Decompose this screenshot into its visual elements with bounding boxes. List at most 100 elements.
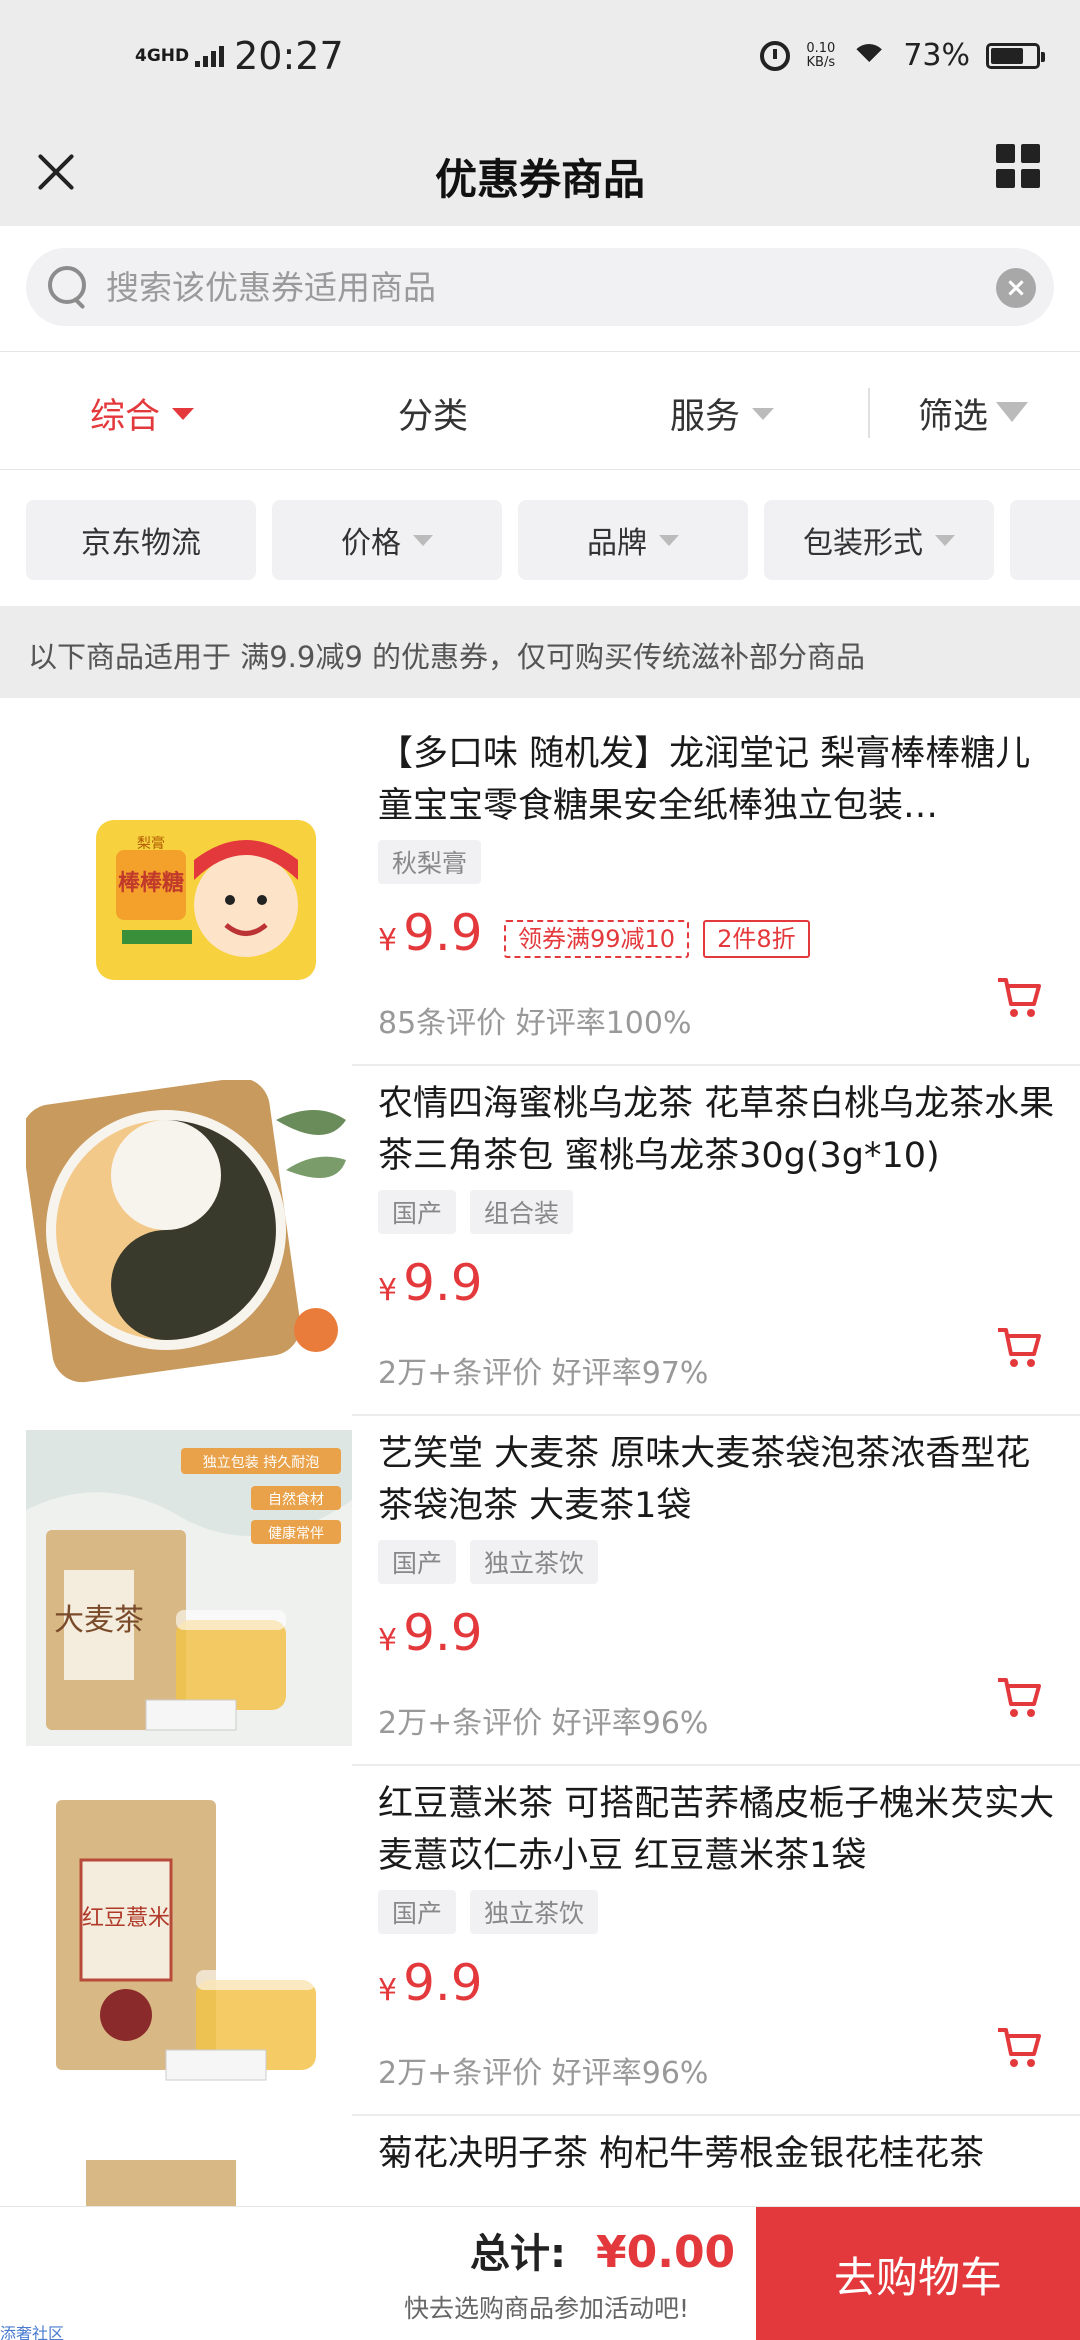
cart-icon[interactable] [996,1674,1042,1720]
total-label: 总计: [470,2231,566,2277]
sort-tab-label: 分类 [398,397,469,437]
sort-tab-label: 综合 [90,397,161,437]
alarm-icon [760,40,791,71]
product-title[interactable]: 菊花决明子茶 枸杞牛蒡根金银花桂花茶 [378,2128,1058,2188]
search-bar[interactable]: × [26,248,1054,326]
chevron-down-icon [935,534,955,546]
chevron-down-icon [413,534,433,546]
product-image[interactable] [26,1080,352,1396]
chevron-down-icon [752,407,775,420]
product-image[interactable] [26,2130,352,2206]
product-tag: 国产 [378,1540,457,1584]
product-title[interactable]: 农情四海蜜桃乌龙茶 花草茶白桃乌龙茶水果茶三角茶包 蜜桃乌龙茶30g(3g*10… [378,1078,1058,1182]
product-tag: 秋梨膏 [378,840,482,884]
product-tags: 国产 独立茶饮 [378,1890,599,1934]
filter-chip-bar: 京东物流 价格 品牌 包装形式 [0,470,1080,606]
chip-brand[interactable]: 品牌 [518,500,748,580]
total-row: 总计: ¥0.00 [470,2221,735,2279]
grid-icon[interactable] [996,144,1040,188]
product-reviews: 2万+条评价 好评率97% [378,1356,709,1391]
tea-badge-3: 健康常伴 [268,1525,324,1542]
nav-bar: 优惠券商品 [0,120,1080,226]
product-image[interactable]: 梨膏 棒棒糖 [26,730,352,1046]
product-card[interactable]: 红豆薏米 红豆薏米茶 可搭配苦荞橘皮栀子槐米芡实大麦薏苡仁赤小豆 红豆薏米茶1袋… [0,1766,1080,2116]
watermark: 添奢社区 [0,2324,65,2340]
currency-symbol: ¥ [378,1623,398,1658]
product-image-red-bean-tea: 红豆薏米 [26,1780,352,2096]
chip-label: 包装形式 [803,526,923,561]
product-card[interactable]: 梨膏 棒棒糖 【多口味 随机发】龙润堂记 梨膏棒棒糖儿童宝宝零食糖果安全纸棒独立… [0,716,1080,1066]
product-card[interactable]: 农情四海蜜桃乌龙茶 花草茶白桃乌龙茶水果茶三角茶包 蜜桃乌龙茶30g(3g*10… [0,1066,1080,1416]
product-image[interactable]: 红豆薏米 [26,1780,352,2096]
price-value: 9.9 [403,904,483,962]
product-image-chrysanthemum-tea [26,2130,352,2206]
product-image[interactable]: 大麦茶 独立包装 持久耐泡 自然食材 健康常伴 [26,1430,352,1746]
cart-icon[interactable] [996,2024,1042,2070]
product-card[interactable]: 菊花决明子茶 枸杞牛蒡根金银花桂花茶 [0,2116,1080,2206]
search-section: × [0,226,1080,352]
coupon-notice: 以下商品适用于 满9.9减9 的优惠券，仅可购买传统滋补部分商品 [0,606,1080,698]
currency-symbol: ¥ [378,1973,398,2008]
currency-symbol: ¥ [378,1273,398,1308]
product-title[interactable]: 艺笑堂 大麦茶 原味大麦茶袋泡茶浓香型花茶袋泡茶 大麦茶1袋 [378,1428,1058,1532]
sort-tab-filter[interactable]: 筛选 [918,388,1029,439]
clear-icon[interactable]: × [996,268,1036,308]
sort-tab-label: 服务 [670,397,741,437]
battery-icon [986,42,1045,69]
cart-icon[interactable] [996,1324,1042,1370]
product-price: ¥ 9.9 [378,1254,483,1312]
product-image-barley-tea: 大麦茶 独立包装 持久耐泡 自然食材 健康常伴 [26,1430,352,1746]
sort-tab-label: 筛选 [918,397,989,437]
status-time: 20:27 [234,34,344,78]
product-reviews: 2万+条评价 好评率96% [378,2056,709,2091]
tea-badge-1: 独立包装 持久耐泡 [203,1455,319,1471]
price-value: 9.9 [403,1254,483,1312]
go-to-cart-button[interactable]: 去购物车 [756,2207,1080,2340]
product-coupons: 领券满99减10 2件8折 [504,920,810,958]
sort-bar: 综合 分类 服务 筛选 [0,352,1080,470]
sort-tab-service[interactable]: 服务 [670,388,775,439]
search-icon [48,266,90,308]
chip-more[interactable] [1010,500,1080,580]
coupon-badge[interactable]: 领券满99减10 [504,920,690,958]
chip-packaging[interactable]: 包装形式 [764,500,994,580]
chip-jd-logistics[interactable]: 京东物流 [26,500,256,580]
product-tag: 组合装 [470,1190,574,1234]
bottom-bar: 总计: ¥0.00 快去选购商品参加活动吧! 去购物车 [0,2206,1080,2340]
currency-symbol: ¥ [378,923,398,958]
status-right: 0.10 KB/s 73% [760,38,1045,73]
product-price: ¥ 9.9 [378,1604,483,1662]
price-value: 9.9 [403,1954,483,2012]
signal-icon [195,45,225,67]
chip-price[interactable]: 价格 [272,500,502,580]
product-tag: 独立茶饮 [470,1890,599,1934]
product-tags: 国产 独立茶饮 [378,1540,599,1584]
sort-tab-category[interactable]: 分类 [398,388,468,439]
candy-bag-line2: 棒棒糖 [118,870,184,896]
page-title: 优惠券商品 [434,155,645,204]
product-card[interactable]: 大麦茶 独立包装 持久耐泡 自然食材 健康常伴 艺笑堂 大麦茶 原味大麦茶袋泡茶… [0,1416,1080,1766]
product-title[interactable]: 红豆薏米茶 可搭配苦荞橘皮栀子槐米芡实大麦薏苡仁赤小豆 红豆薏米茶1袋 [378,1778,1058,1882]
sort-tab-comprehensive[interactable]: 综合 [90,388,195,439]
chip-label: 价格 [341,526,401,561]
network-speed: 0.10 KB/s [806,40,836,70]
tea-bag-label: 红豆薏米 [82,1906,170,1931]
product-title[interactable]: 【多口味 随机发】龙润堂记 梨膏棒棒糖儿童宝宝零食糖果安全纸棒独立包装… [378,728,1058,832]
chevron-down-icon [172,407,195,420]
cart-icon[interactable] [996,974,1042,1020]
discount-badge: 2件8折 [703,920,810,958]
price-value: 9.9 [403,1604,483,1662]
tea-badge-2: 自然食材 [268,1491,324,1508]
product-tag: 独立茶饮 [470,1540,599,1584]
product-image-tea-plate [26,1080,352,1396]
search-input[interactable] [106,256,986,318]
network-speed-value: 0.10 [806,40,836,56]
chevron-down-icon [659,534,679,546]
battery-percent: 73% [903,38,970,73]
filter-funnel-icon [996,401,1029,422]
divider [868,388,870,438]
status-bar: 4GHD 20:27 0.10 KB/s 73% [0,0,1080,120]
network-type: 4GHD [135,45,190,66]
candy-bag-line1: 梨膏 [137,835,165,852]
product-tags: 国产 组合装 [378,1190,574,1234]
